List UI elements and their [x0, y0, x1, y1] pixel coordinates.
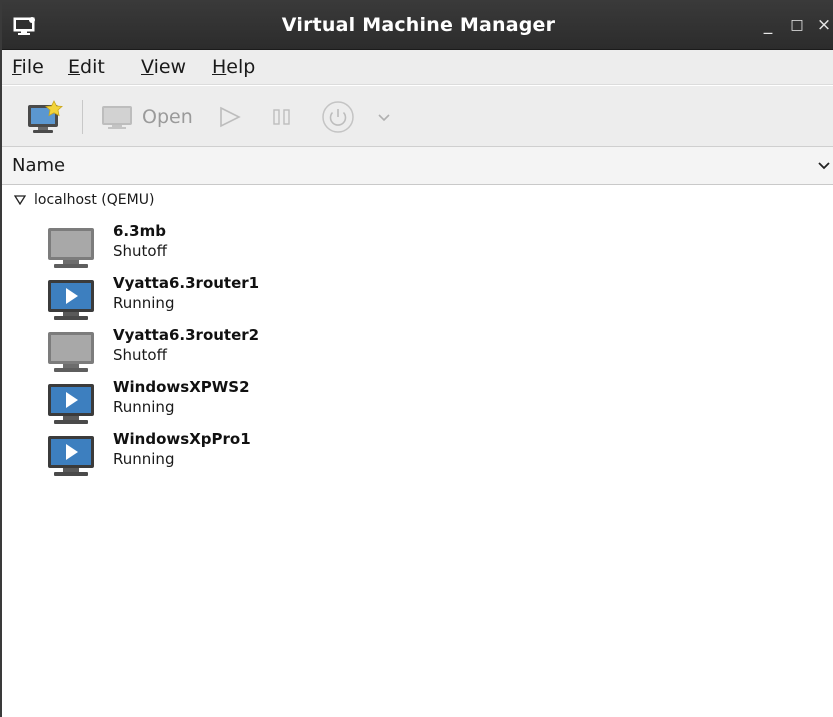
vm-running-icon [48, 384, 94, 424]
vm-shutoff-icon [48, 332, 94, 372]
run-button[interactable] [218, 86, 242, 147]
chevron-down-icon [378, 113, 390, 121]
minimize-button[interactable]: _ [757, 14, 779, 36]
vm-state: Running [113, 450, 175, 468]
column-chevron-down-icon[interactable] [817, 159, 831, 173]
pause-icon [273, 108, 290, 125]
toolbar-separator [82, 100, 83, 134]
open-console-icon [102, 105, 132, 129]
play-icon [220, 106, 241, 127]
vm-row[interactable]: 6.3mb Shutoff [2, 220, 833, 272]
vm-row[interactable]: WindowsXpPro1 Running [2, 428, 833, 480]
menu-bar: File Edit View Help [2, 50, 833, 85]
vm-name: WindowsXpPro1 [113, 430, 251, 448]
new-vm-button[interactable] [26, 86, 64, 147]
vm-state: Running [113, 294, 175, 312]
vm-running-icon [48, 280, 94, 320]
title-bar[interactable]: Virtual Machine Manager _ □ × [2, 0, 833, 50]
column-header-name: Name [12, 155, 66, 176]
expander-triangle-icon[interactable] [14, 195, 26, 205]
menu-help[interactable]: Help [212, 56, 255, 78]
menu-view[interactable]: View [141, 56, 186, 78]
vm-name: WindowsXPWS2 [113, 378, 250, 396]
vm-row[interactable]: Vyatta6.3router2 Shutoff [2, 324, 833, 376]
vm-list: localhost (QEMU) 6.3mb Shutoff Vyatta6.3… [2, 186, 833, 717]
vm-row[interactable]: Vyatta6.3router1 Running [2, 272, 833, 324]
toolbar: Open [2, 86, 833, 147]
connection-label: localhost (QEMU) [34, 192, 155, 208]
vm-name: Vyatta6.3router1 [113, 274, 260, 292]
vm-row[interactable]: WindowsXPWS2 Running [2, 376, 833, 428]
vm-name: Vyatta6.3router2 [113, 326, 260, 344]
vm-shutoff-icon [48, 228, 94, 268]
vm-state: Shutoff [113, 242, 167, 260]
power-icon [322, 100, 354, 133]
column-header[interactable]: Name [2, 147, 833, 185]
vm-state: Running [113, 398, 175, 416]
pause-button[interactable] [271, 86, 293, 147]
shutdown-menu-button[interactable] [377, 86, 391, 147]
open-button[interactable]: Open [100, 86, 193, 147]
menu-edit[interactable]: Edit [68, 56, 105, 78]
close-button[interactable]: × [813, 14, 833, 36]
vm-state: Shutoff [113, 346, 167, 364]
open-button-label: Open [142, 105, 193, 128]
virt-manager-window: Virtual Machine Manager _ □ × File Edit … [0, 0, 833, 717]
maximize-button[interactable]: □ [786, 14, 808, 36]
window-title: Virtual Machine Manager [281, 14, 556, 36]
shutdown-button[interactable] [321, 86, 355, 147]
connection-row[interactable]: localhost (QEMU) [2, 190, 833, 212]
vm-name: 6.3mb [113, 222, 166, 240]
menu-file[interactable]: File [12, 56, 44, 78]
new-vm-icon [28, 99, 63, 133]
vm-running-icon [48, 436, 94, 476]
